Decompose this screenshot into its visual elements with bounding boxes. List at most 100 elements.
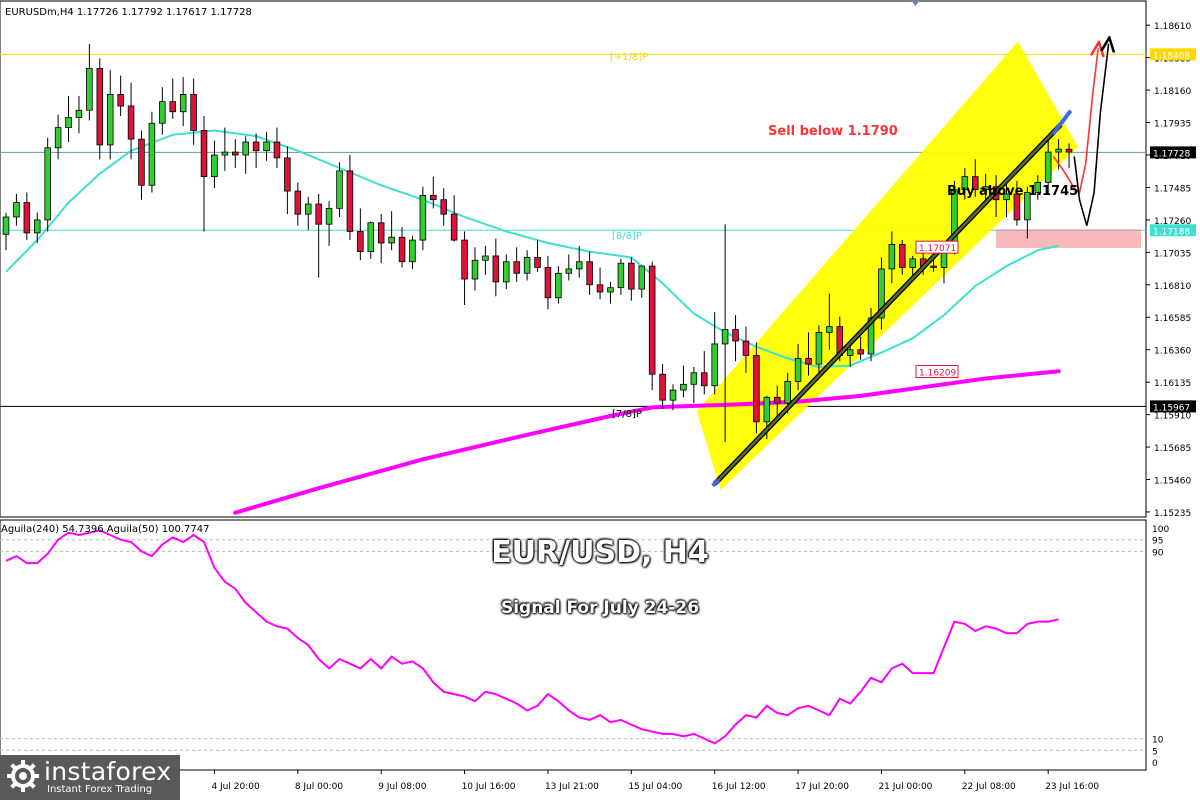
candle-body-57 [596,284,604,293]
sell-signal-label: Sell below 1.1790 [768,124,898,139]
candle-body-29 [304,203,312,215]
candle-body-67 [701,372,708,387]
candle-body-27 [284,157,291,192]
instaforex-watermark: instaforex Instant Forex Trading [0,755,180,800]
candle-body-60 [628,262,635,290]
candle-body-76 [794,357,802,382]
osc-tick-label-5: 0 [1152,759,1158,769]
candle-body-13 [138,138,145,186]
price-tick-label-15: 1.15235 [1154,509,1191,519]
time-tick-label-5: 13 Jul 21:00 [545,782,599,792]
candle-body-59 [617,262,625,289]
osc-tick-label-4: 5 [1152,747,1158,757]
candle-body-2 [23,202,31,234]
price-label-3: 1.15967 [1153,403,1190,413]
candle-body-1 [13,202,20,218]
candle-body-30 [315,203,322,225]
candle-body-77 [805,357,812,365]
candle-body-82 [857,349,864,355]
level-box-label-0: 1.17071 [919,244,956,254]
price-label-1: 1.17728 [1153,149,1190,159]
candle-body-32 [336,170,343,209]
candle-body-68 [711,343,718,387]
candle-body-5 [54,127,62,149]
candle-body-37 [388,236,395,244]
candle-body-14 [148,122,156,186]
candle-body-12 [127,105,135,140]
candle-body-6 [65,117,72,128]
murray-88-label: [8/8]P [612,231,642,242]
candle-body-78 [815,331,823,365]
price-label-2: 1.17188 [1153,227,1190,237]
candle-body-79 [826,326,833,333]
time-tick-label-9: 21 Jul 00:00 [878,782,932,792]
candle-body-86 [899,244,906,268]
price-tick-label-14: 1.15460 [1154,477,1191,487]
candle-body-70 [732,329,739,342]
candle-body-74 [773,396,781,404]
support-zone [996,229,1141,248]
level-box-label-1: 1.16209 [919,368,956,378]
candle-body-71 [742,340,750,356]
time-tick-label-11: 23 Jul 16:00 [1045,782,1099,792]
candle-body-15 [159,101,166,124]
candle-body-75 [784,381,791,404]
murray-plus18-label: [+1/8]P [610,52,648,63]
candle-body-17 [179,94,187,113]
candle-body-101 [1055,148,1062,153]
candle-4 [44,137,51,232]
candle-body-85 [888,244,896,270]
candle-body-43 [450,213,458,241]
symbol-header: EURUSDm,H4 1.17726 1.17792 1.17617 1.177… [5,7,252,18]
price-tick-label-9: 1.16585 [1154,314,1191,324]
indicator-header: Aguila(240) 54.7396 Aguila(50) 100.7747 [1,524,209,535]
price-tick-label-8: 1.16810 [1154,282,1191,292]
candle-body-66 [690,372,698,385]
price-tick-label-13: 1.15685 [1154,444,1191,454]
watermark-brand: instaforex [44,757,172,786]
price-label-0: 1.18408 [1153,51,1190,61]
candle-body-53 [555,272,562,299]
price-tick-label-5: 1.17485 [1154,184,1191,194]
candle-body-25 [263,141,270,152]
candle-body-50 [523,256,531,274]
candle-body-46 [482,255,489,261]
candle-body-42 [440,199,447,215]
price-tick-label-10: 1.16360 [1154,347,1191,357]
watermark-tagline: Instant Forex Trading [47,784,153,795]
candle-body-61 [638,265,646,290]
candle-body-8 [86,68,93,111]
candle-body-72 [753,355,760,423]
time-tick-label-4: 10 Jul 16:00 [462,782,516,792]
candle-body-19 [200,130,208,178]
candle-body-89 [930,265,937,268]
osc-tick-label-3: 10 [1152,736,1164,746]
candle-body-28 [294,190,302,215]
candle-body-81 [846,349,854,356]
time-tick-label-3: 9 Jul 08:00 [378,782,427,792]
time-tick-label-2: 8 Jul 00:00 [295,782,344,792]
candle-body-87 [909,258,916,268]
buy-signal-label: Buy above 1.1745 [947,184,1078,199]
candle-body-47 [492,255,500,283]
candle-body-52 [544,267,552,299]
overlay-subtitle: Signal For July 24-26 [500,598,700,618]
candle-body-40 [419,194,427,241]
candle-body-100 [1044,151,1052,183]
candle-body-26 [273,141,281,159]
candle-body-38 [398,236,406,263]
candle-body-56 [586,261,593,286]
candle-body-10 [106,94,114,146]
time-tick-label-1: 4 Jul 20:00 [211,782,260,792]
osc-tick-label-1: 95 [1152,537,1163,547]
candle-62 [648,261,656,391]
candle-body-54 [565,268,573,274]
candle-body-0 [2,216,10,235]
candle-body-16 [169,101,177,113]
candle-body-21 [221,151,229,156]
candle-body-44 [461,239,468,280]
candle-body-24 [252,141,260,152]
candle-body-55 [575,261,583,270]
price-tick-label-2: 1.18160 [1154,87,1191,97]
chart-canvas: 1.170711.16209 10095901050 1.186101.1838… [0,0,1200,800]
